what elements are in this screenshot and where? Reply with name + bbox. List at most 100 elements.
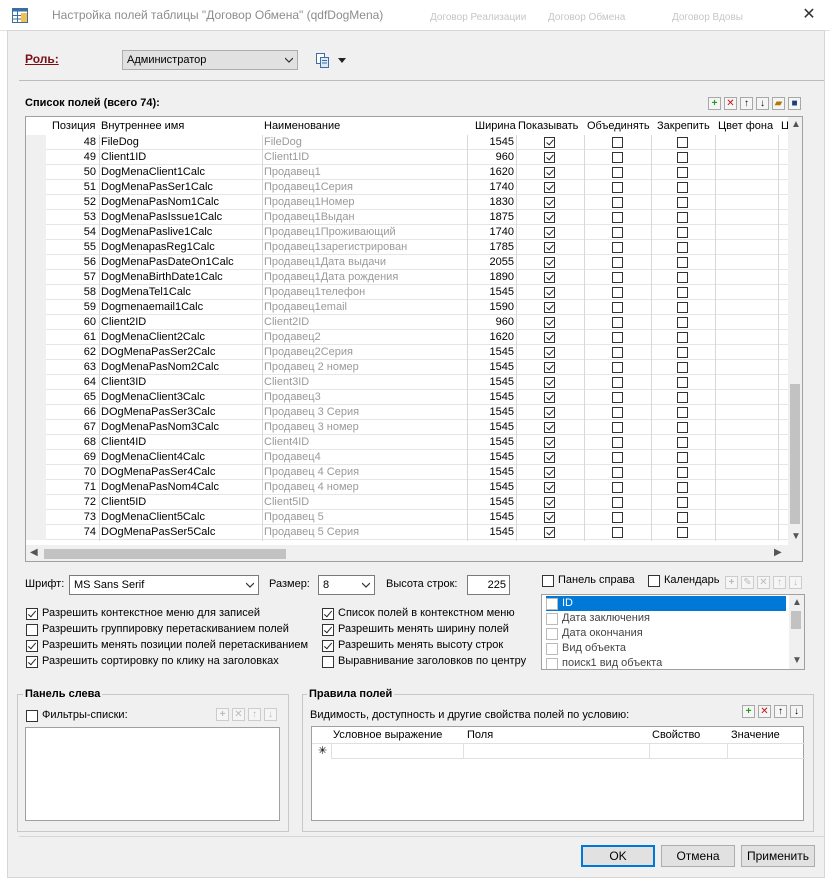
cell-title[interactable]: Продавец 2 номер (264, 361, 359, 373)
cell-width[interactable]: 1545 (471, 526, 514, 538)
table-row[interactable]: 65 DogMenaClient3Calc Продавец3 1545 (26, 390, 788, 405)
move-up-button[interactable]: ↑ (740, 97, 753, 110)
copy-settings-button[interactable] (316, 53, 350, 69)
show-checkbox[interactable] (544, 497, 555, 508)
pin-checkbox[interactable] (677, 437, 688, 448)
scroll-down-icon[interactable]: ▼ (792, 655, 802, 666)
row-indicator[interactable] (26, 225, 46, 240)
vertical-scrollbar[interactable]: ▲ ▼ (789, 595, 804, 669)
right-panel-checkbox[interactable]: Панель справа (542, 574, 642, 588)
show-checkbox[interactable] (544, 272, 555, 283)
checkbox[interactable] (546, 658, 558, 669)
pin-checkbox[interactable] (677, 272, 688, 283)
show-checkbox[interactable] (544, 467, 555, 478)
calendar-edit-button[interactable]: ✎ (741, 576, 754, 589)
checkbox[interactable] (322, 656, 334, 668)
cell-width[interactable]: 1545 (471, 346, 514, 358)
cell-title[interactable]: Продавец 4 Серия (264, 466, 359, 478)
table-row[interactable]: 68 Client4ID Client4ID 1545 (26, 435, 788, 450)
filter-down-button[interactable]: ↓ (264, 708, 277, 721)
pin-checkbox[interactable] (677, 197, 688, 208)
show-checkbox[interactable] (544, 482, 555, 493)
pin-checkbox[interactable] (677, 362, 688, 373)
option-resize-rows[interactable]: Разрешить менять высоту строк (322, 639, 522, 653)
table-row[interactable]: 72 Client5ID Client5ID 1545 (26, 495, 788, 510)
merge-checkbox[interactable] (612, 302, 623, 313)
pin-checkbox[interactable] (677, 497, 688, 508)
table-row[interactable]: 58 DogMenaTel1Calc Продавец1телефон 1545 (26, 285, 788, 300)
option-resize-columns[interactable]: Разрешить менять ширину полей (322, 623, 522, 637)
cell-internal-name[interactable]: DogMenaClient4Calc (101, 451, 205, 463)
row-indicator[interactable] (26, 285, 46, 300)
font-select[interactable]: MS Sans Serif (69, 575, 259, 595)
add-field-button[interactable]: + (708, 97, 721, 110)
pin-checkbox[interactable] (677, 527, 688, 538)
table-row[interactable]: 61 DogMenaClient2Calc Продавец2 1620 (26, 330, 788, 345)
rules-col-header-condition[interactable]: Условное выражение (333, 729, 442, 741)
show-checkbox[interactable] (544, 437, 555, 448)
pin-checkbox[interactable] (677, 137, 688, 148)
cell-title[interactable]: Продавец1Серия (264, 181, 353, 193)
checkbox[interactable] (322, 624, 334, 636)
col-header-pin[interactable]: Закрепить (657, 120, 710, 132)
option-center-headers[interactable]: Выравнивание заголовков по центру (322, 655, 532, 669)
checkbox[interactable] (322, 640, 334, 652)
cell-title[interactable]: Продавец2Серия (264, 346, 353, 358)
row-indicator[interactable] (26, 420, 46, 435)
cell-title[interactable]: Продавец1 (264, 166, 321, 178)
scroll-right-icon[interactable]: ▶ (774, 547, 782, 558)
cell-internal-name[interactable]: DOgMenaPasSer5Calc (101, 526, 215, 538)
pin-checkbox[interactable] (677, 452, 688, 463)
row-indicator[interactable] (26, 345, 46, 360)
merge-checkbox[interactable] (612, 182, 623, 193)
merge-checkbox[interactable] (612, 392, 623, 403)
row-indicator[interactable] (26, 405, 46, 420)
pin-checkbox[interactable] (677, 392, 688, 403)
pin-checkbox[interactable] (677, 332, 688, 343)
scroll-up-icon[interactable]: ▲ (791, 119, 801, 130)
show-checkbox[interactable] (544, 137, 555, 148)
merge-checkbox[interactable] (612, 527, 623, 538)
checkbox[interactable] (546, 613, 558, 625)
merge-checkbox[interactable] (612, 422, 623, 433)
rules-col-header-fields[interactable]: Поля (467, 729, 493, 741)
cell-width[interactable]: 1545 (471, 451, 514, 463)
field-rules-grid[interactable]: Условное выражение Поля Свойство Значени… (311, 726, 805, 821)
cell-title[interactable]: Продавец1Номер (264, 196, 355, 208)
row-indicator[interactable] (26, 480, 46, 495)
cell-internal-name[interactable]: DogMenaPasSer1Calc (101, 181, 213, 193)
cell-title[interactable]: Продавец1Проживающий (264, 226, 396, 238)
cell-width[interactable]: 1620 (471, 166, 514, 178)
filters-list[interactable] (25, 727, 280, 821)
cell-internal-name[interactable]: DogMenaBirthDate1Calc (101, 271, 223, 283)
cell-title[interactable]: FileDog (264, 136, 302, 148)
cell-internal-name[interactable]: DogMenapasReg1Calc (101, 241, 215, 253)
cell-width[interactable]: 960 (471, 316, 514, 328)
table-row[interactable]: 60 Client2ID Client2ID 960 (26, 315, 788, 330)
row-indicator[interactable] (26, 525, 46, 540)
table-row[interactable]: 55 DogMenapasReg1Calc Продавец1зарегистрир… (26, 240, 788, 255)
pin-checkbox[interactable] (677, 317, 688, 328)
merge-checkbox[interactable] (612, 137, 623, 148)
pin-checkbox[interactable] (677, 242, 688, 253)
cell-internal-name[interactable]: DogMenaTel1Calc (101, 286, 191, 298)
row-indicator[interactable] (26, 315, 46, 330)
cell-width[interactable]: 1785 (471, 241, 514, 253)
cell-internal-name[interactable]: FileDog (101, 136, 139, 148)
cell-internal-name[interactable]: Client1ID (101, 151, 146, 163)
pin-checkbox[interactable] (677, 422, 688, 433)
filter-add-button[interactable]: + (216, 708, 229, 721)
cell-title[interactable]: Продавец1зарегистрирован (264, 241, 407, 253)
col-header-show[interactable]: Показывать (518, 120, 578, 132)
row-indicator[interactable] (26, 195, 46, 210)
row-indicator[interactable] (26, 360, 46, 375)
checkbox[interactable] (546, 628, 558, 640)
checkbox[interactable] (26, 656, 38, 668)
show-checkbox[interactable] (544, 242, 555, 253)
cell-width[interactable]: 2055 (471, 256, 514, 268)
scroll-left-icon[interactable]: ◀ (30, 547, 38, 558)
cell-internal-name[interactable]: DogMenaPasNom4Calc (101, 481, 219, 493)
col-header-internal-name[interactable]: Внутреннее имя (101, 120, 184, 132)
row-indicator[interactable] (26, 240, 46, 255)
option-reorder-fields[interactable]: Разрешить менять позиции полей перетаски… (26, 639, 316, 653)
